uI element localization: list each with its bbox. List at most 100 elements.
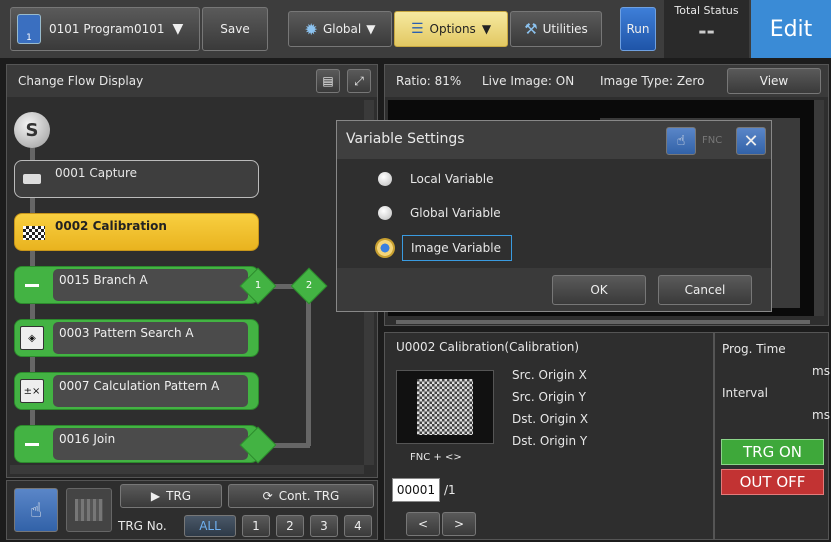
trg-all-button[interactable]: ALL: [184, 515, 236, 537]
interval-unit: ms: [812, 408, 830, 422]
flow-item-label: 0002 Calibration: [55, 219, 167, 233]
flow-item-branch[interactable]: 0015 Branch A: [14, 266, 259, 304]
flow-item-capture[interactable]: 0001 Capture: [14, 160, 259, 198]
close-icon[interactable]: ✕: [736, 127, 766, 155]
image-type-text: Image Type: Zero: [600, 74, 705, 88]
origin-src-y: Src. Origin Y: [512, 390, 586, 404]
flow-item-label: 0016 Join: [53, 428, 248, 460]
image-h-scrollbar[interactable]: [396, 320, 810, 324]
global-label: Global: [322, 22, 362, 36]
ratio-text: Ratio: 81%: [396, 74, 462, 88]
options-menu-button[interactable]: ☰ Options ▼: [394, 11, 508, 47]
layout-toggle-icon[interactable]: ▤: [316, 69, 340, 93]
cont-trg-label: Cont. TRG: [278, 489, 340, 503]
pattern-search-icon: ◈: [20, 326, 44, 350]
run-button[interactable]: Run: [620, 7, 656, 51]
program-icon: 1: [17, 14, 41, 44]
options-label: Options: [429, 22, 476, 36]
tools-icon: ⚒: [524, 20, 538, 38]
flow-item-calibration[interactable]: 0002 Calibration: [14, 213, 259, 251]
local-variable-radio[interactable]: [378, 172, 392, 186]
origin-dst-y: Dst. Origin Y: [512, 434, 588, 448]
out-off-indicator: OUT OFF: [721, 469, 824, 495]
trg-label: TRG: [166, 489, 192, 503]
start-node[interactable]: S: [14, 112, 50, 148]
chevron-down-icon: ▼: [172, 21, 184, 37]
global-variable-radio[interactable]: [378, 206, 392, 220]
local-variable-label[interactable]: Local Variable: [410, 172, 494, 186]
page-total: /1: [444, 483, 456, 497]
unit-thumbnail: [396, 370, 494, 444]
dialog-title: Variable Settings: [346, 131, 465, 147]
program-label: 0101 Program0101: [49, 22, 165, 36]
trg-button[interactable]: ▶ TRG: [120, 484, 222, 508]
save-button[interactable]: Save: [202, 7, 268, 51]
cont-trg-button[interactable]: ⟳ Cont. TRG: [228, 484, 374, 508]
trigger-icon: ▶: [150, 489, 161, 503]
chevron-down-icon: ▼: [481, 22, 492, 36]
utilities-button[interactable]: ⚒ Utilities: [510, 11, 602, 47]
pattern-icon-box: ◈: [15, 320, 49, 356]
origin-src-x: Src. Origin X: [512, 368, 587, 382]
camera-thumbnail[interactable]: [66, 488, 112, 532]
global-menu-button[interactable]: ✹ Global ▼: [288, 11, 392, 47]
calc-icon-box: ±×: [15, 373, 49, 409]
fnc-label: FNC + <>: [410, 452, 462, 463]
image-variable-label[interactable]: Image Variable: [402, 235, 512, 261]
hand-pointer-icon: ☝: [29, 498, 43, 522]
trg-no-3-button[interactable]: 3: [310, 515, 338, 537]
trg-no-4-button[interactable]: 4: [344, 515, 372, 537]
unit-title: U0002 Calibration(Calibration): [396, 340, 580, 354]
global-variable-label[interactable]: Global Variable: [410, 206, 501, 220]
total-status-label: Total Status: [674, 4, 739, 17]
trg-no-2-button[interactable]: 2: [276, 515, 304, 537]
prog-time-unit: ms: [812, 364, 830, 378]
flow-item-pattern-search[interactable]: ◈ 0003 Pattern Search A: [14, 319, 259, 357]
flow-item-label: 0003 Pattern Search A: [53, 322, 248, 354]
total-status-panel: Total Status --: [664, 0, 749, 58]
edit-mode-button[interactable]: Edit: [751, 0, 831, 58]
calculator-icon: ±×: [20, 379, 44, 403]
dialog-fnc-label: FNC: [702, 135, 723, 146]
prev-page-button[interactable]: <: [406, 512, 440, 536]
camera-icon: [23, 174, 41, 184]
flow-item-join[interactable]: 0016 Join: [14, 425, 259, 463]
image-variable-radio[interactable]: [375, 238, 395, 258]
start-label: S: [25, 119, 39, 141]
image-scrollbar[interactable]: [814, 100, 824, 316]
total-status-value: --: [698, 19, 715, 43]
film-icon: [75, 499, 103, 521]
page-input[interactable]: 00001: [392, 478, 440, 502]
utilities-label: Utilities: [542, 22, 588, 36]
branch-collapse-icon[interactable]: [15, 267, 49, 303]
checkerboard-icon: [23, 226, 45, 240]
flow-item-calculation[interactable]: ±× 0007 Calculation Pattern A: [14, 372, 259, 410]
flow-item-label: 0001 Capture: [55, 166, 138, 180]
program-selector[interactable]: 1 0101 Program0101 ▼: [10, 7, 200, 51]
cancel-button[interactable]: Cancel: [658, 275, 752, 305]
flow-panel-title: Change Flow Display: [18, 74, 144, 88]
trg-on-indicator: TRG ON: [721, 439, 824, 465]
continuous-trigger-icon: ⟳: [262, 489, 273, 503]
gear-icon: ✹: [304, 19, 318, 39]
touch-mode-button[interactable]: ☝: [14, 488, 58, 532]
trg-no-label: TRG No.: [118, 519, 167, 533]
join-collapse-icon[interactable]: [15, 426, 49, 462]
branch-line: [306, 286, 311, 446]
next-page-button[interactable]: >: [442, 512, 476, 536]
flow-item-label: 0007 Calculation Pattern A: [53, 375, 248, 407]
interval-label: Interval: [722, 386, 768, 400]
checklist-icon: ☰: [410, 21, 424, 37]
origin-dst-x: Dst. Origin X: [512, 412, 589, 426]
dialog-touch-icon[interactable]: ☝: [666, 127, 696, 155]
live-image-text: Live Image: ON: [482, 74, 575, 88]
ok-button[interactable]: OK: [552, 275, 646, 305]
view-button[interactable]: View: [727, 68, 821, 94]
checkerboard-thumbnail-icon: [417, 379, 473, 435]
trg-no-1-button[interactable]: 1: [242, 515, 270, 537]
prog-time-label: Prog. Time: [722, 342, 786, 356]
flow-item-label: 0015 Branch A: [53, 269, 248, 301]
horizontal-scrollbar[interactable]: [10, 465, 364, 474]
chevron-down-icon: ▼: [366, 22, 376, 36]
fullscreen-icon[interactable]: ⤢: [347, 69, 371, 93]
